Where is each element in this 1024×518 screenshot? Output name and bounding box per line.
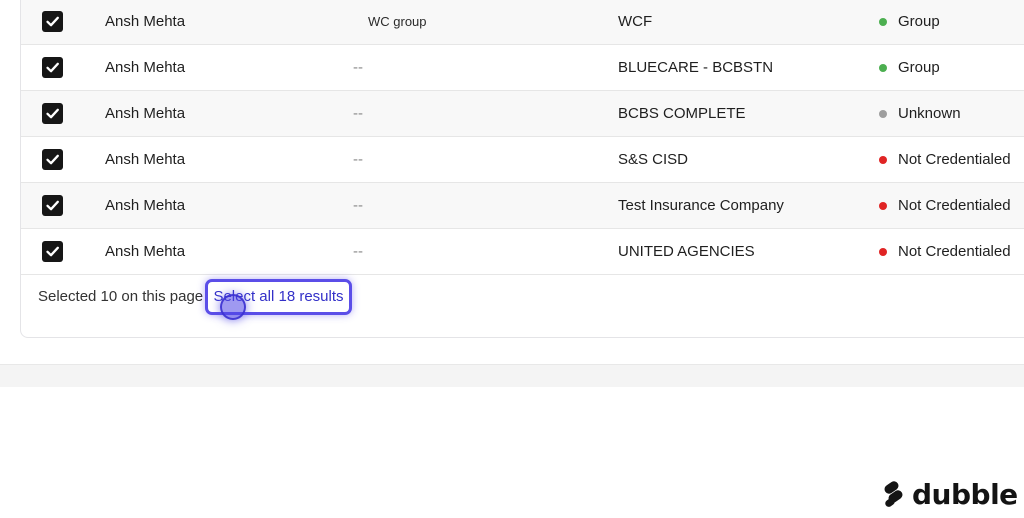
dubble-logo-icon [884, 481, 903, 507]
payer-name: Test Insurance Company [618, 197, 784, 214]
logo-wordmark: dubble [912, 477, 1018, 511]
row-checkbox[interactable] [42, 11, 63, 32]
status-badge: Group [898, 13, 940, 30]
payer-name: S&S CISD [618, 151, 689, 168]
brand-logo: dubble [882, 476, 1018, 512]
row-checkbox[interactable] [42, 103, 63, 124]
row-checkbox[interactable] [42, 57, 63, 78]
payer-name: WCF [618, 13, 653, 30]
status-badge: Not Credentialed [898, 151, 1011, 168]
select-all-results-button[interactable]: Select all 18 results [205, 279, 352, 315]
group-name: -- [353, 105, 363, 122]
group-name: -- [353, 197, 363, 214]
table-row[interactable]: Ansh Mehta -- Test Insurance Company Not Cr… [21, 183, 1024, 229]
payer-name: BLUECARE - BCBSTN [618, 59, 774, 76]
provider-name: Ansh Mehta [105, 59, 186, 76]
checkmark-icon [46, 200, 59, 211]
row-checkbox[interactable] [42, 195, 63, 216]
provider-name: Ansh Mehta [105, 13, 186, 30]
status-badge: Unknown [898, 105, 961, 122]
checkmark-icon [46, 16, 59, 27]
provider-name: Ansh Mehta [105, 197, 186, 214]
payer-name: BCBS COMPLETE [618, 105, 746, 122]
status-dot [879, 202, 887, 210]
group-name: -- [353, 243, 363, 260]
checkmark-icon [46, 246, 59, 257]
provider-name: Ansh Mehta [105, 151, 186, 168]
status-dot [879, 110, 887, 118]
row-checkbox[interactable] [42, 149, 63, 170]
table-row[interactable]: Ansh Mehta WC group WCF Group [21, 0, 1024, 45]
table-row[interactable]: Ansh Mehta -- BCBS COMPLETE Unknown [21, 91, 1024, 137]
credentialing-table: Ansh Mehta WC group WCF Group Ansh Mehta -- BL… [20, 0, 1024, 338]
row-checkbox[interactable] [42, 241, 63, 262]
status-dot [879, 18, 887, 26]
checkmark-icon [46, 154, 59, 165]
selected-count-text: Selected 10 on this page [38, 288, 204, 305]
table-row[interactable]: Ansh Mehta -- BLUECARE - BCBSTN Group [21, 45, 1024, 91]
page-footer-band [0, 364, 1024, 387]
checkmark-icon [46, 62, 59, 73]
provider-name: Ansh Mehta [105, 105, 186, 122]
status-dot [879, 156, 887, 164]
status-badge: Group [898, 59, 940, 76]
group-name: WC group [368, 14, 427, 29]
checkmark-icon [46, 108, 59, 119]
payer-name: UNITED AGENCIES [618, 243, 755, 260]
group-name: -- [353, 59, 363, 76]
status-badge: Not Credentialed [898, 243, 1011, 260]
table-row[interactable]: Ansh Mehta -- UNITED AGENCIES Not Credentia… [21, 229, 1024, 275]
provider-name: Ansh Mehta [105, 243, 186, 260]
status-dot [879, 248, 887, 256]
table-footer: Selected 10 on this page Select all 18 r… [21, 277, 1024, 337]
group-name: -- [353, 151, 363, 168]
status-badge: Not Credentialed [898, 197, 1011, 214]
table-row[interactable]: Ansh Mehta -- S&S CISD Not Credentialed [21, 137, 1024, 183]
status-dot [879, 64, 887, 72]
